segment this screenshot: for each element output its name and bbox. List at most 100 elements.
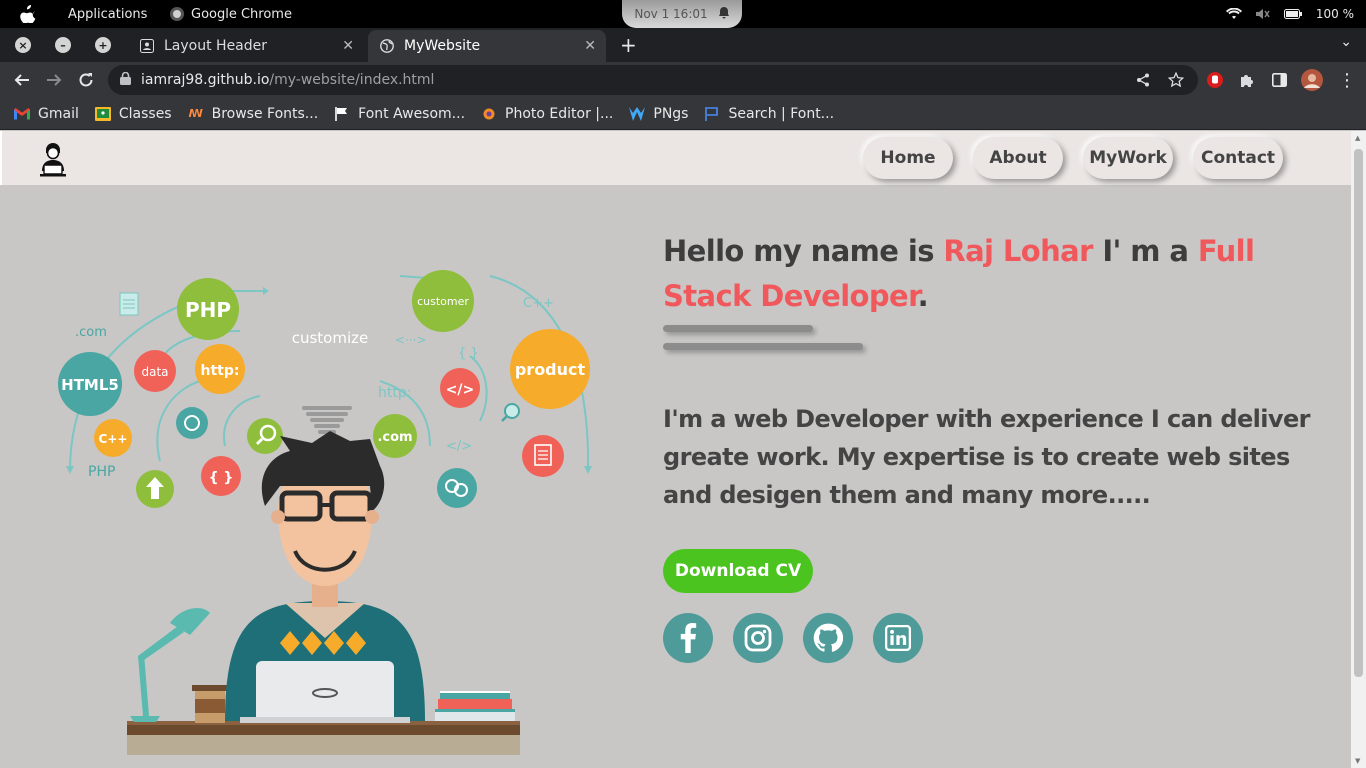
- tab-mywebsite[interactable]: MyWebsite ✕: [368, 30, 606, 62]
- tab-search-icon[interactable]: ⌄: [1340, 34, 1352, 50]
- bookmark-label: Photo Editor |...: [505, 105, 614, 122]
- web-page: Home About MyWork Contact PHP HTML5 data…: [0, 131, 1351, 768]
- lock-icon[interactable]: [120, 71, 131, 89]
- window-close-button[interactable]: ×: [15, 37, 31, 53]
- instagram-icon: [744, 624, 772, 652]
- github-link[interactable]: [803, 613, 853, 663]
- desk-front: [127, 735, 520, 755]
- instagram-link[interactable]: [733, 613, 783, 663]
- bookmark-photo-editor[interactable]: Photo Editor |...: [481, 106, 613, 122]
- html5-label: HTML5: [61, 376, 119, 394]
- bookmark-label: PNgs: [653, 105, 689, 122]
- reload-icon[interactable]: [74, 62, 98, 98]
- facebook-link[interactable]: [663, 613, 713, 663]
- bookmark-classes[interactable]: Classes: [94, 105, 172, 122]
- developer-logo-icon[interactable]: [38, 141, 68, 177]
- bookmark-gmail[interactable]: Gmail: [14, 106, 79, 122]
- linkedin-link[interactable]: [873, 613, 923, 663]
- forward-arrow-icon[interactable]: [42, 62, 66, 98]
- document-bubble: [522, 435, 564, 477]
- code-tag-label: </>: [446, 382, 475, 398]
- scrollbar-thumb[interactable]: [1354, 149, 1363, 677]
- bookmark-label: Classes: [118, 105, 172, 122]
- tag-small-label: </>: [446, 439, 472, 454]
- customize-label: customize: [292, 329, 369, 347]
- hero-name: Raj Lohar: [943, 234, 1093, 268]
- browser-toolbar: iamraj98.github.io/my-website/index.html…: [0, 62, 1366, 98]
- bookmark-font-awesome[interactable]: Font Awesom...: [334, 106, 465, 122]
- apple-icon[interactable]: [18, 0, 38, 28]
- new-tab-button[interactable]: +: [620, 33, 637, 57]
- bookmark-browse-fonts[interactable]: ꟿ Browse Fonts...: [188, 106, 318, 122]
- nav-mywork-link[interactable]: MyWork: [1083, 137, 1173, 179]
- battery-icon: [1283, 9, 1302, 19]
- bookmarks-bar: Gmail Classes ꟿ Browse Fonts... Font Awe…: [0, 98, 1366, 130]
- tab-strip: × – + Layout Header ✕ MyWebsite ✕ + ⌄: [0, 28, 1366, 62]
- extension-adblock-icon[interactable]: [1206, 62, 1224, 98]
- github-icon: [813, 623, 843, 652]
- active-app-name: Google Chrome: [191, 6, 292, 22]
- profile-avatar[interactable]: [1301, 62, 1323, 98]
- search-font-icon: [704, 106, 720, 121]
- bell-icon: [718, 6, 730, 22]
- applications-menu[interactable]: Applications: [68, 0, 147, 28]
- window-maximize-button[interactable]: +: [95, 37, 111, 53]
- scroll-down-icon[interactable]: ▼: [1355, 757, 1360, 765]
- linkedin-icon: [885, 625, 911, 651]
- hero-description: I'm a web Developer with experience I ca…: [663, 405, 1310, 509]
- address-bar[interactable]: iamraj98.github.io/my-website/index.html: [108, 65, 1198, 95]
- download-cv-button[interactable]: Download CV: [663, 549, 813, 593]
- tab-layout-header[interactable]: Layout Header ✕: [128, 30, 364, 62]
- bookmark-search-font[interactable]: Search | Font...: [704, 106, 834, 122]
- nav-home-link[interactable]: Home: [863, 137, 953, 179]
- scroll-up-icon[interactable]: ▲: [1355, 134, 1360, 142]
- bookmark-label: Search | Font...: [728, 105, 835, 122]
- back-arrow-icon[interactable]: [10, 62, 34, 98]
- share-icon[interactable]: [1136, 65, 1150, 95]
- bookmark-label: Gmail: [38, 105, 79, 122]
- side-panel-icon[interactable]: [1272, 62, 1287, 98]
- battery-percent: 100 %: [1315, 7, 1354, 21]
- dotcom-label: .com: [75, 325, 107, 340]
- site-header: Home About MyWork Contact: [0, 131, 1351, 185]
- file-icon: [119, 292, 139, 316]
- magnifier-icon: [501, 403, 520, 422]
- flag-icon: [334, 106, 350, 121]
- customer-label: customer: [417, 295, 469, 308]
- close-tab-icon[interactable]: ✕: [584, 38, 596, 54]
- bookmark-star-icon[interactable]: [1168, 65, 1184, 95]
- bookmark-pngs[interactable]: PNgs: [629, 106, 688, 122]
- system-tray[interactable]: 100 %: [1225, 0, 1354, 28]
- page-scrollbar[interactable]: ▲ ▼: [1351, 131, 1366, 768]
- chrome-icon: [170, 7, 184, 21]
- product-label: product: [515, 360, 586, 379]
- tab-title: MyWebsite: [404, 38, 481, 54]
- php-label: PHP: [185, 298, 231, 322]
- nav-about-link[interactable]: About: [973, 137, 1063, 179]
- globe-icon: [380, 39, 394, 53]
- url-path: /my-website/index.html: [269, 72, 435, 88]
- window-minimize-button[interactable]: –: [55, 37, 71, 53]
- php-small-label: PHP: [88, 464, 115, 480]
- more-menu-icon[interactable]: ⋮: [1338, 62, 1356, 98]
- arrows-label: <···>: [395, 333, 427, 347]
- books-icon: [435, 691, 515, 721]
- fonts-icon: ꟿ: [188, 107, 203, 120]
- clock-text: Nov 1 16:01: [634, 7, 708, 21]
- search-bubble: [247, 418, 283, 454]
- clock[interactable]: Nov 1 16:01: [622, 0, 742, 28]
- active-app-menu[interactable]: Google Chrome: [170, 0, 292, 28]
- volume-icon: [1255, 8, 1270, 20]
- dotcom-bubble-label: .com: [377, 430, 412, 445]
- wifi-icon: [1225, 8, 1242, 20]
- decorative-rule: [663, 343, 863, 350]
- bookmark-label: Font Awesom...: [358, 105, 466, 122]
- close-tab-icon[interactable]: ✕: [342, 38, 354, 54]
- nav-contact-link[interactable]: Contact: [1193, 137, 1283, 179]
- cloud-bubble: [176, 407, 208, 439]
- hero-title-middle: I' m a: [1092, 234, 1198, 268]
- classroom-icon: [94, 106, 111, 121]
- extensions-puzzle-icon[interactable]: [1239, 62, 1256, 98]
- braces-label: { }: [209, 470, 234, 486]
- decorative-rule: [663, 325, 813, 332]
